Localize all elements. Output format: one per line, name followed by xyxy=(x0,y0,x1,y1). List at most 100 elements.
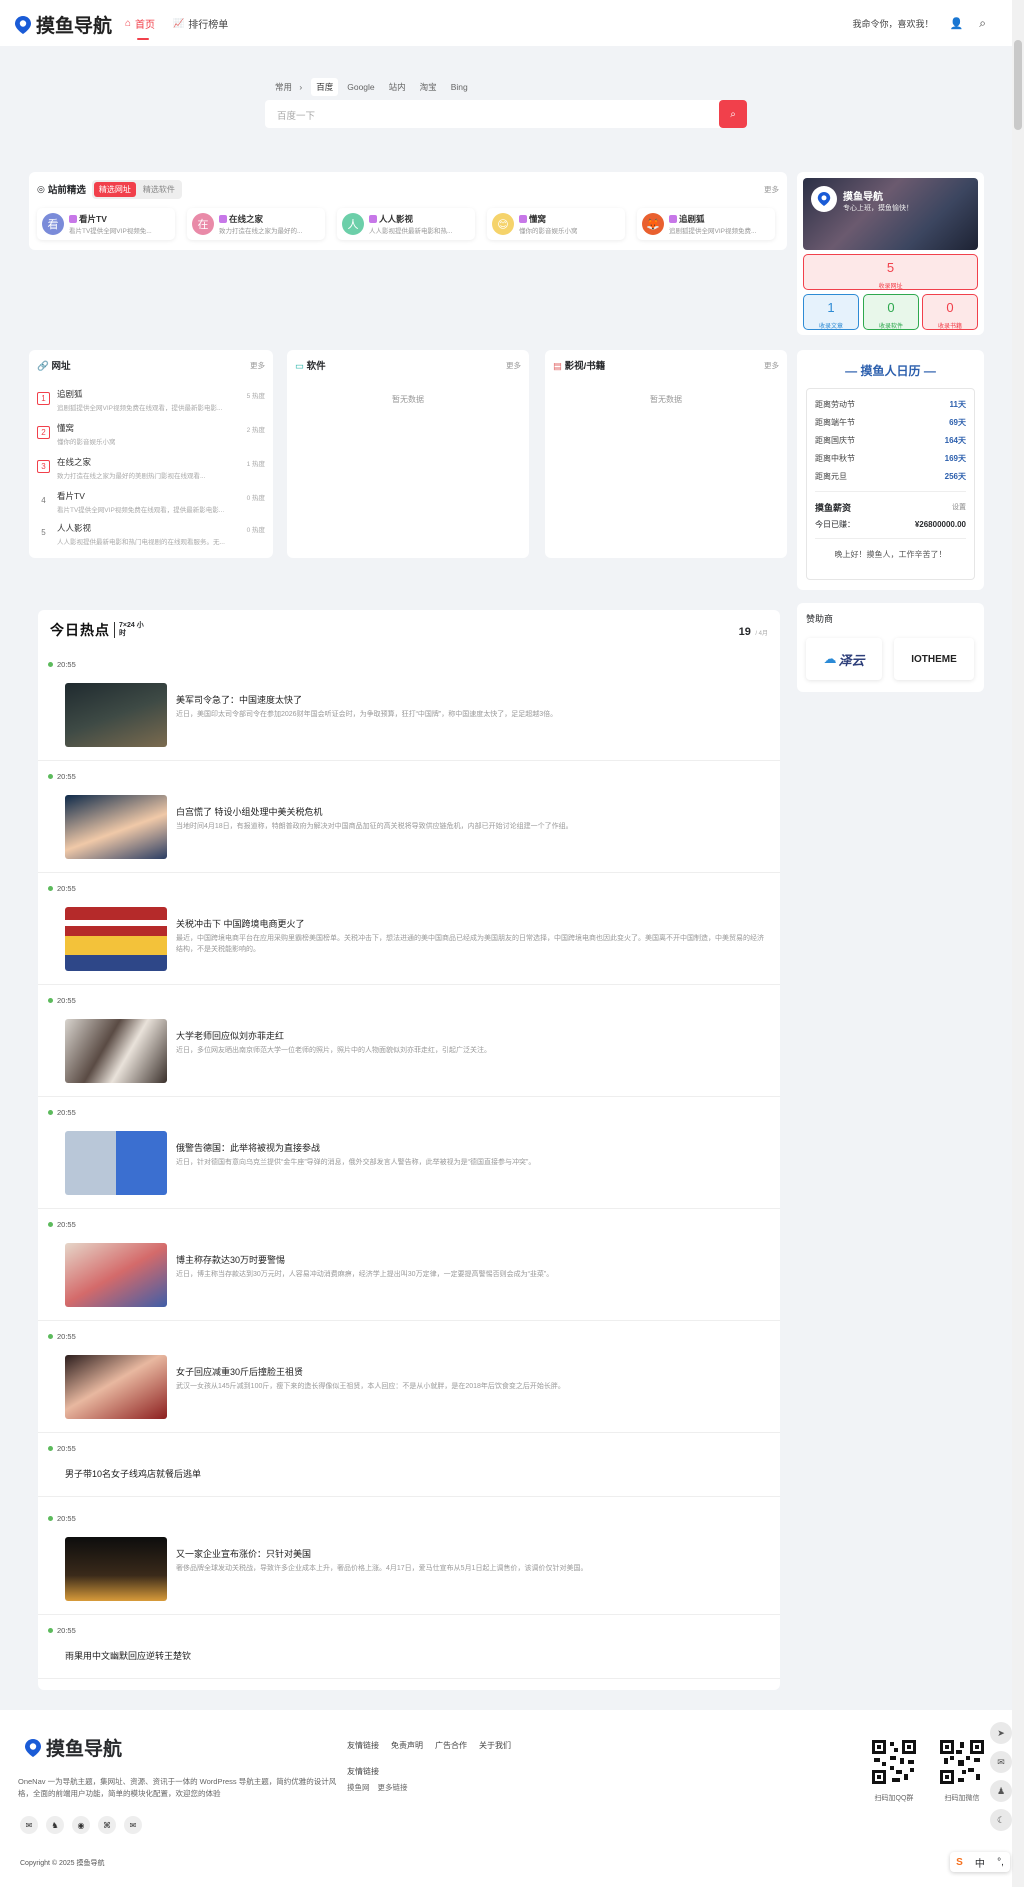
brand-logo[interactable]: 摸鱼导航 xyxy=(14,11,112,38)
news-thumbnail[interactable] xyxy=(65,907,167,971)
news-thumbnail[interactable] xyxy=(65,1019,167,1083)
ranking-row[interactable]: 1 追剧狐 追剧狐提供全网VIP视频免费在线观看，提供最新影电影... 5 热度 xyxy=(37,388,265,420)
weibo-icon[interactable]: ◉ xyxy=(72,1816,90,1834)
news-title[interactable]: 白宫慌了 特设小组处理中美关税危机 xyxy=(176,805,323,818)
tab-featured-sites[interactable]: 精选网址 xyxy=(93,181,136,197)
search-button[interactable]: ⌕ xyxy=(719,100,747,128)
calendar-card: — 摸鱼人日历 — 距离劳动节 11天 距离端午节 69天 距离国庆节 164天 距离… xyxy=(797,350,984,590)
page-scrollbar[interactable] xyxy=(1012,0,1024,1887)
search-tab-common[interactable]: 常用 › xyxy=(265,78,307,96)
nav-item-home[interactable]: ⌂ 首页 xyxy=(125,0,155,46)
github-icon[interactable]: ⌘ xyxy=(98,1816,116,1834)
nav-item-ranking[interactable]: 📈 排行榜单 xyxy=(173,0,228,46)
news-title[interactable]: 俄警告德国：此举将被视为直接参战 xyxy=(176,1141,320,1154)
news-desc: 最近，中国跨境电商平台在应用采购里霸榜美国榜单。关税冲击下，想法进通的美中国商品… xyxy=(176,935,764,953)
news-item[interactable]: 20:55 白宫慌了 特设小组处理中美关税危机 当地时间4月18日，有报道称，特朗普… xyxy=(38,772,780,884)
news-title[interactable]: 又一家企业宣布涨价：只针对美国 xyxy=(176,1547,311,1560)
ranking-books-more[interactable]: 更多 xyxy=(764,360,779,371)
stat-articles[interactable]: 1 收录文章 xyxy=(803,294,859,330)
search-tab-bing[interactable]: Bing xyxy=(446,79,473,95)
mail-icon[interactable]: ✉ xyxy=(124,1816,142,1834)
dark-mode-button[interactable]: ☾ xyxy=(990,1809,1012,1831)
news-title[interactable]: 博主称存款达30万时要警惕 xyxy=(176,1253,285,1266)
news-thumbnail[interactable] xyxy=(65,1355,167,1419)
footer-link[interactable]: 关于我们 xyxy=(479,1740,511,1751)
sponsor-logo[interactable]: ☁ 泽云 xyxy=(806,638,882,680)
featured-site[interactable]: 😊 懂窝 懂你的影音娱乐小窝 xyxy=(487,208,625,240)
ranking-row[interactable]: 5 人人影视 人人影视提供最新电影和热门电视剧的在线观看服务。无... 0 热度 xyxy=(37,522,265,554)
news-item[interactable]: 20:55 又一家企业宣布涨价：只针对美国 奢侈品牌全球发动关税战，导致许多企业成本… xyxy=(38,1514,780,1626)
rank-hot: 1 热度 xyxy=(246,461,265,468)
friend-link[interactable]: 摸鱼网 xyxy=(347,1782,370,1793)
sponsor-card: 赞助商 ☁ 泽云 IOTHEME xyxy=(797,603,984,692)
news-thumbnail[interactable] xyxy=(65,1131,167,1195)
ranking-row[interactable]: 4 看片TV 看片TV提供全网VIP视频免费在线观看，提供最新影电影... 0 … xyxy=(37,490,265,522)
sponsor-logo[interactable]: IOTHEME xyxy=(894,638,974,680)
tab-featured-software[interactable]: 精选软件 xyxy=(138,182,180,197)
ranking-row[interactable]: 2 懂窝 懂你的影音娱乐小窝 2 热度 xyxy=(37,422,265,454)
news-thumbnail[interactable] xyxy=(65,1537,167,1601)
featured-tabs: 精选网址 精选软件 xyxy=(91,179,182,199)
featured-site[interactable]: 🦊 追剧狐 追剧狐提供全网VIP视频免费... xyxy=(637,208,775,240)
featured-site[interactable]: 人 人人影视 人人影视提供最新电影和热... xyxy=(337,208,475,240)
stat-books[interactable]: 0 收录书籍 xyxy=(922,294,978,330)
news-item[interactable]: 20:55 雨果用中文幽默回应逆转王楚钦 xyxy=(38,1626,780,1696)
stat-sites[interactable]: 5 收录网址 xyxy=(803,254,978,290)
news-item[interactable]: 20:55 女子回应减重30斤后撞脸王祖贤 武汉一女孩从145斤减到100斤，瘦下来… xyxy=(38,1332,780,1444)
search-tab-google[interactable]: Google xyxy=(342,79,379,95)
stat-software[interactable]: 0 收录软件 xyxy=(863,294,919,330)
news-title[interactable]: 关税冲击下 中国跨境电商更火了 xyxy=(176,917,305,930)
search-input[interactable]: 百度一下 ⌕ xyxy=(265,100,747,128)
qq-icon[interactable]: ♞ xyxy=(46,1816,64,1834)
featured-site[interactable]: 在 在线之家 致力打造在线之家为最好的... xyxy=(187,208,325,240)
search-icon[interactable]: ⌕ xyxy=(979,16,986,31)
scrollbar-thumb[interactable] xyxy=(1014,40,1022,130)
news-title[interactable]: 女子回应减重30斤后撞脸王祖贤 xyxy=(176,1365,303,1378)
news-thumbnail[interactable] xyxy=(65,1243,167,1307)
news-item[interactable]: 20:55 博主称存款达30万时要警惕 近日，博主称当存款达到30万元时，人容易冲动… xyxy=(38,1220,780,1332)
footer-logo[interactable]: 摸鱼导航 xyxy=(24,1734,122,1761)
news-time: 20:55 xyxy=(48,660,76,669)
rank-title: 看片TV xyxy=(57,491,85,501)
footer-link[interactable]: 免责声明 xyxy=(391,1740,423,1751)
ranking-row[interactable]: 3 在线之家 致力打造在线之家为最好的美剧热门影视在线观看... 1 热度 xyxy=(37,456,265,488)
empty-state: 暂无数据 xyxy=(650,395,682,404)
search-tab-taobao[interactable]: 淘宝 xyxy=(415,78,442,96)
news-item[interactable]: 20:55 俄警告德国：此举将被视为直接参战 近日，针对德国有意向乌克兰提供“金牛座… xyxy=(38,1108,780,1220)
news-item[interactable]: 20:55 大学老师回应似刘亦菲走红 近日，多位网友晒出南京师范大学一位老师的照片，… xyxy=(38,996,780,1108)
news-title[interactable]: 雨果用中文幽默回应逆转王楚钦 xyxy=(65,1649,191,1662)
news-item[interactable]: 20:55 美军司令急了：中国速度太快了 近日，美国印太司令部司令在参加2026财年… xyxy=(38,660,780,772)
search-tab-site[interactable]: 站内 xyxy=(384,78,411,96)
wechat-icon[interactable]: ✉ xyxy=(20,1816,38,1834)
back-to-top-button[interactable]: ➤ xyxy=(990,1722,1012,1744)
featured-site[interactable]: 看 看片TV 看片TV提供全网VIP视频免... xyxy=(37,208,175,240)
ranking-software-more[interactable]: 更多 xyxy=(506,360,521,371)
ranking-sites-more[interactable]: 更多 xyxy=(250,360,265,371)
news-title[interactable]: 美军司令急了：中国速度太快了 xyxy=(176,693,302,706)
salary-setting-link[interactable]: 设置 xyxy=(952,502,966,512)
news-item[interactable]: 20:55 男子带10名女子线鸡店就餐后逃单 xyxy=(38,1444,780,1514)
divider xyxy=(815,491,966,492)
news-thumbnail[interactable] xyxy=(65,795,167,859)
qr-caption: 扫码加微信 xyxy=(944,1795,980,1802)
calendar-label: 距离中秋节 xyxy=(815,453,855,463)
site-name: 追剧狐 xyxy=(679,214,705,224)
calendar-label: 距离国庆节 xyxy=(815,435,855,445)
ime-toolbar[interactable]: S 中 °, xyxy=(950,1852,1010,1872)
user-icon[interactable]: 👤 xyxy=(950,17,964,30)
film-icon: ▤ xyxy=(553,361,562,372)
featured-more-link[interactable]: 更多 xyxy=(764,184,779,195)
chat-button[interactable]: ✉ xyxy=(990,1751,1012,1773)
calendar-row: 距离劳动节 11天 xyxy=(815,395,966,413)
news-thumbnail[interactable] xyxy=(65,683,167,747)
notify-button[interactable]: ♟ xyxy=(990,1780,1012,1802)
site-desc: 看片TV提供全网VIP视频免... xyxy=(69,228,152,235)
news-item[interactable]: 20:55 关税冲击下 中国跨境电商更火了 最近，中国跨境电商平台在应用采购里霸榜美… xyxy=(38,884,780,996)
news-title[interactable]: 大学老师回应似刘亦菲走红 xyxy=(176,1029,284,1042)
footer-link[interactable]: 广告合作 xyxy=(435,1740,467,1751)
footer-link[interactable]: 友情链接 xyxy=(347,1740,379,1751)
news-title[interactable]: 男子带10名女子线鸡店就餐后逃单 xyxy=(65,1467,201,1480)
search-tab-baidu[interactable]: 百度 xyxy=(311,78,339,96)
calendar-label: 距离元旦 xyxy=(815,471,847,481)
friend-link[interactable]: 更多链接 xyxy=(378,1782,408,1793)
